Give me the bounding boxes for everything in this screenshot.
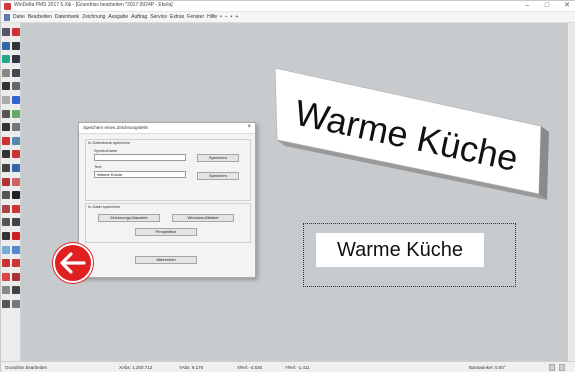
tool-button-32[interactable]: [12, 232, 20, 240]
menu-fenster[interactable]: Fenster: [187, 14, 204, 20]
menu-extras[interactable]: Extras: [170, 14, 184, 20]
tool-button-10[interactable]: [12, 82, 20, 91]
windows-bitdatei-button[interactable]: Windows-Bitdatei: [172, 214, 234, 222]
tool-button-40[interactable]: [12, 286, 20, 295]
window-title: WinDelta PMS 2017 6.X& - [Grundriss bear…: [14, 2, 173, 8]
tool-button-8[interactable]: [12, 68, 20, 77]
text-input[interactable]: Warme Küche: [94, 171, 186, 178]
status-mode: Grundriss bearbeiten: [5, 365, 48, 370]
title-bar: WinDelta PMS 2017 6.X& - [Grundriss bear…: [1, 1, 575, 12]
tool-button-37[interactable]: [2, 272, 10, 281]
status-bar: Grundriss bearbeiten XAbs: 1.200.712 YAb…: [1, 361, 575, 372]
tool-button-5[interactable]: [2, 55, 10, 64]
document-icon[interactable]: [4, 13, 10, 21]
zeichnungs-baustein-button[interactable]: Zeichnungs-Baustein: [98, 214, 160, 222]
menu-auftrag[interactable]: Auftrag: [131, 14, 147, 20]
tool-button-29[interactable]: [2, 218, 10, 227]
save-drawing-part-dialog: Speichern eines Zeichnungsteils × In Dat…: [78, 122, 256, 278]
menu-datei[interactable]: Datei: [13, 14, 25, 20]
tool-button-18[interactable]: [12, 136, 20, 145]
tool-button-35[interactable]: [2, 259, 10, 268]
menu-plus[interactable]: +: [235, 14, 238, 20]
group-file-label: In Datei speichern: [88, 204, 121, 209]
tool-button-39[interactable]: [2, 286, 10, 295]
status-xrel: XRel: -4.536: [237, 365, 263, 370]
close-window-button[interactable]: ✕: [562, 1, 572, 12]
tool-button-26[interactable]: [12, 191, 20, 200]
tool-button-22[interactable]: [12, 164, 20, 172]
tool-button-25[interactable]: [2, 191, 10, 200]
status-yabs: YAbs: 9.176: [179, 365, 204, 370]
status-indicator-1: [549, 364, 555, 371]
tool-button-38[interactable]: [12, 272, 20, 281]
perspektive-button[interactable]: Perspektive: [135, 228, 197, 236]
status-indicator-2: [559, 364, 565, 371]
app-window: WinDelta PMS 2017 6.X& - [Grundriss bear…: [0, 0, 575, 372]
tool-button-9[interactable]: [2, 82, 10, 91]
status-yrel: YRel: -1.411: [285, 365, 310, 370]
highlight-arrow-badge: [53, 243, 93, 283]
tool-button-12[interactable]: [12, 96, 20, 104]
maximize-button[interactable]: □: [542, 1, 552, 12]
menu-dot-1[interactable]: •: [220, 14, 222, 20]
tool-button-31[interactable]: [2, 232, 10, 240]
tool-button-3[interactable]: [2, 41, 10, 50]
tool-button-7[interactable]: [2, 68, 10, 77]
menu-service[interactable]: Service: [150, 14, 167, 20]
menu-datenbank[interactable]: Datenbank: [55, 14, 79, 20]
tool-button-20[interactable]: [12, 150, 20, 159]
save-symbol-button[interactable]: Speichern: [197, 154, 239, 162]
tool-button-24[interactable]: [12, 177, 20, 186]
dialog-title-bar: Speichern eines Zeichnungsteils ×: [79, 123, 255, 134]
tool-button-33[interactable]: [2, 245, 10, 254]
tool-button-23[interactable]: [2, 177, 10, 186]
tool-button-41[interactable]: [2, 300, 10, 308]
menu-zeichnung[interactable]: Zeichnung: [82, 14, 105, 20]
tool-palette: [1, 23, 21, 361]
text-label: Text: [94, 164, 102, 169]
symbolname-input[interactable]: [94, 154, 186, 161]
tool-button-14[interactable]: [12, 109, 20, 118]
abbrechen-button[interactable]: Abbrechen: [135, 256, 197, 264]
tool-button-16[interactable]: [12, 123, 20, 132]
symbolname-label: Symbolname: [94, 148, 118, 153]
status-angle: Basiswinkel: 0.00°: [469, 365, 506, 370]
save-text-button[interactable]: Speichern: [197, 172, 239, 180]
tool-button-1[interactable]: [2, 28, 10, 36]
tool-button-19[interactable]: [2, 150, 10, 159]
tool-button-13[interactable]: [2, 109, 10, 118]
tool-button-15[interactable]: [2, 123, 10, 132]
tool-button-28[interactable]: [12, 204, 20, 213]
status-xabs: XAbs: 1.200.712: [119, 365, 153, 370]
dialog-title: Speichern eines Zeichnungsteils: [83, 125, 148, 130]
app-logo-icon: [4, 3, 11, 10]
tool-button-42[interactable]: [12, 300, 20, 308]
tool-button-2[interactable]: [12, 28, 20, 36]
menu-ausgabe[interactable]: Ausgabe: [108, 14, 128, 20]
menu-bar: Datei Bearbeiten Datenbank Zeichnung Aus…: [1, 12, 575, 23]
vertical-scrollbar[interactable]: [568, 23, 575, 361]
menu-dot-2[interactable]: •: [231, 14, 233, 20]
group-database-label: In Datenbank speichern: [88, 140, 131, 145]
tool-button-21[interactable]: [2, 164, 10, 172]
minimize-button[interactable]: –: [522, 1, 532, 12]
arrow-left-icon: [60, 252, 86, 274]
tool-button-17[interactable]: [2, 136, 10, 145]
tool-button-36[interactable]: [12, 259, 20, 268]
tool-button-6[interactable]: [12, 55, 20, 64]
menu-minus[interactable]: –: [225, 14, 228, 20]
sign-flat[interactable]: Warme Küche: [316, 233, 484, 267]
tool-button-4[interactable]: [12, 41, 20, 50]
tool-button-11[interactable]: [2, 96, 10, 104]
menu-bearbeiten[interactable]: Bearbeiten: [28, 14, 52, 20]
tool-button-27[interactable]: [2, 204, 10, 213]
group-file: [85, 203, 251, 243]
tool-button-30[interactable]: [12, 218, 20, 227]
sign-3d-view[interactable]: Warme Küche: [273, 66, 553, 201]
dialog-close-button[interactable]: ×: [247, 124, 251, 130]
tool-button-34[interactable]: [12, 245, 20, 254]
window-controls: – □ ✕: [522, 1, 572, 12]
menu-hilfe[interactable]: Hilfe: [207, 14, 217, 20]
